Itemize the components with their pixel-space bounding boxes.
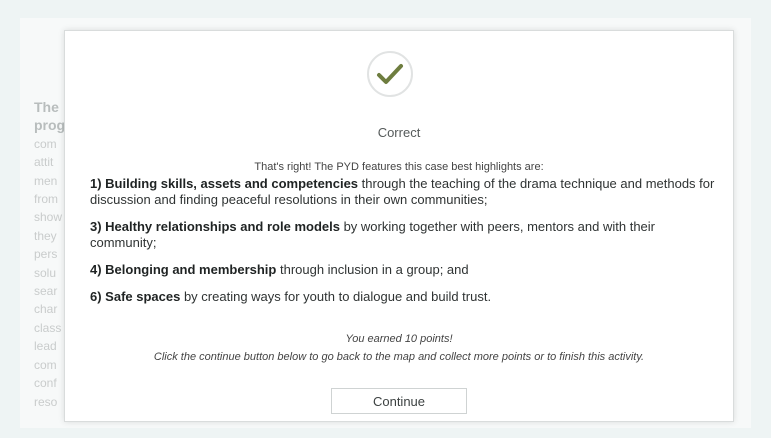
background-text-line: they bbox=[34, 228, 57, 243]
continue-instruction: Click the continue button below to go ba… bbox=[153, 351, 645, 363]
list-item: 6) Safe spaces by creating ways for yout… bbox=[90, 289, 720, 305]
correct-badge bbox=[367, 51, 413, 97]
list-item: 1) Building skills, assets and competenc… bbox=[90, 176, 720, 208]
feature-heading: 4) Belonging and membership bbox=[90, 262, 277, 277]
feature-heading: 1) Building skills, assets and competenc… bbox=[90, 176, 359, 191]
list-item: 4) Belonging and membership through incl… bbox=[90, 262, 720, 278]
feature-description: through inclusion in a group; and bbox=[276, 262, 469, 277]
background-text-line: reso bbox=[34, 394, 58, 409]
background-text-line: prog bbox=[34, 117, 64, 134]
background-text-line: com bbox=[34, 357, 57, 372]
feature-heading: 6) Safe spaces bbox=[90, 289, 181, 304]
background-text-line: The bbox=[34, 99, 59, 115]
status-title: Correct bbox=[377, 125, 421, 140]
feature-description: by creating ways for youth to dialogue a… bbox=[180, 289, 492, 304]
list-item: 3) Healthy relationships and role models… bbox=[90, 219, 720, 251]
background-text-line: conf bbox=[34, 376, 57, 391]
background-text-line: com bbox=[34, 136, 57, 151]
background-text-line: sear bbox=[34, 284, 58, 299]
background-text-line: solu bbox=[34, 265, 57, 280]
feedback-modal: Correct That's right! The PYD features t… bbox=[64, 30, 734, 422]
background-text-line: from bbox=[34, 192, 58, 207]
check-icon bbox=[377, 64, 403, 84]
background-text-line: lead bbox=[34, 339, 57, 354]
continue-button[interactable]: Continue bbox=[331, 388, 467, 414]
points-earned: You earned 10 points! bbox=[345, 333, 453, 345]
background-text-line: pers bbox=[34, 247, 58, 262]
feature-heading: 3) Healthy relationships and role models bbox=[90, 219, 340, 234]
background-text-line: attit bbox=[34, 155, 54, 170]
background-text-line: men bbox=[34, 173, 58, 188]
background-text-line: class bbox=[34, 320, 62, 335]
feedback-intro: That's right! The PYD features this case… bbox=[254, 161, 544, 173]
background-text-line: show bbox=[34, 210, 63, 225]
background-text-line: char bbox=[34, 302, 58, 317]
pyd-features-list: 1) Building skills, assets and competenc… bbox=[90, 176, 720, 316]
